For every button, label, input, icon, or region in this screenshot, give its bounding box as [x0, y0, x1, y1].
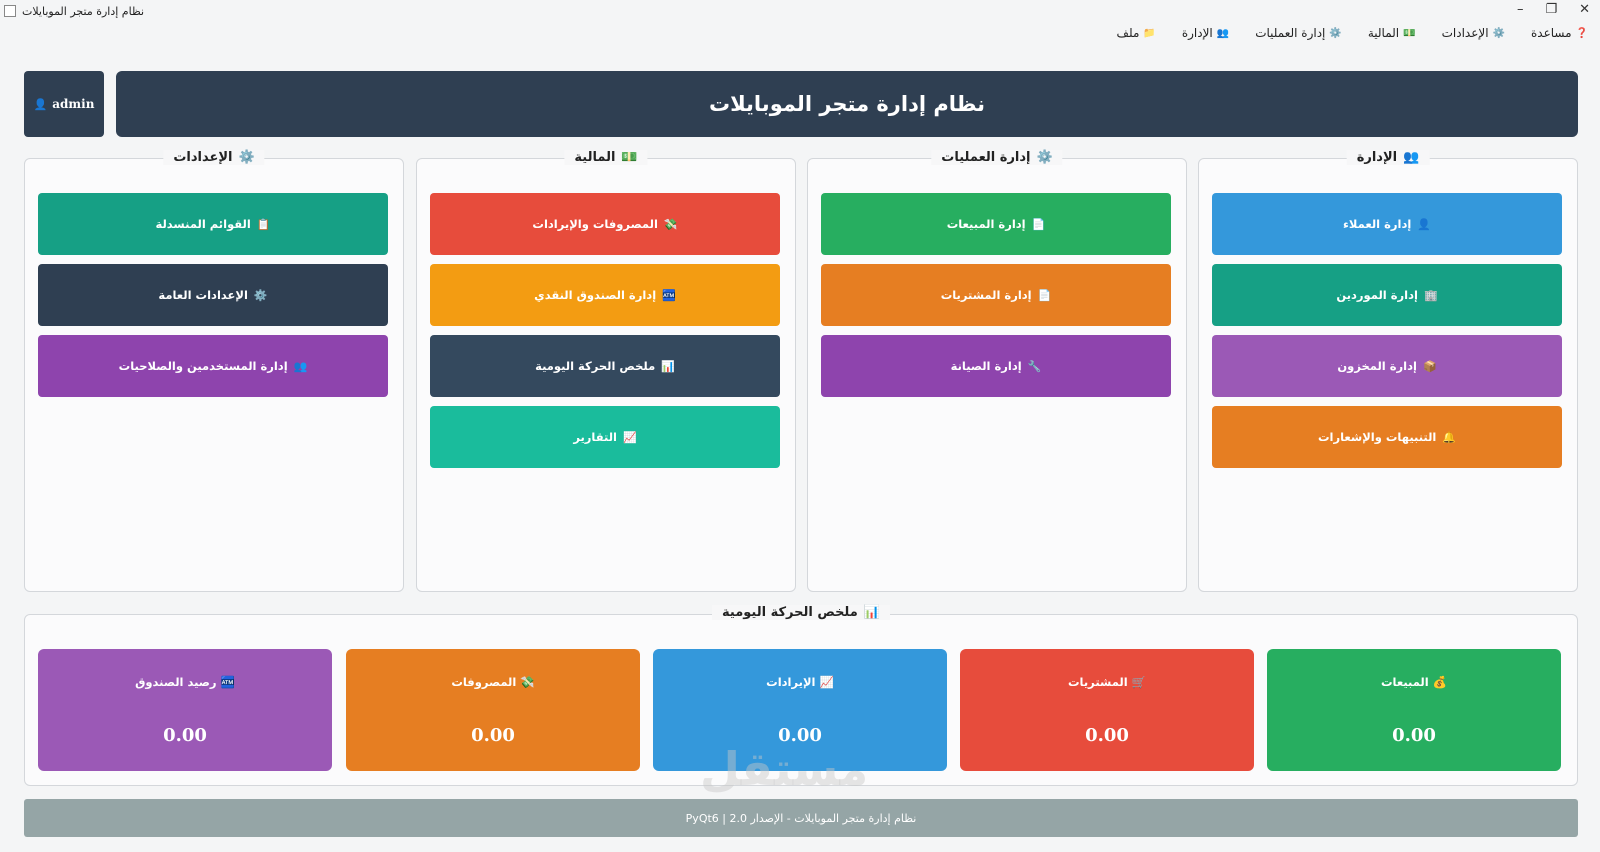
bar-chart-icon: 📊 — [661, 359, 675, 373]
question-icon: ❓ — [1575, 27, 1588, 39]
menu-file[interactable]: 📁 ملف — [1117, 24, 1156, 42]
maximize-button[interactable]: ❐ — [1545, 2, 1557, 17]
sales-button[interactable]: 📄 إدارة المبيعات — [821, 193, 1171, 255]
cash-balance-value: 0.00 — [163, 725, 207, 746]
money-icon: 💵 — [1403, 27, 1416, 39]
dropdown-lists-button[interactable]: 📋 القوائم المنسدلة — [38, 193, 388, 255]
cart-icon: 🛒 — [1131, 675, 1147, 689]
menu-finance[interactable]: 💵 المالية — [1368, 24, 1416, 42]
clipboard-icon: 📋 — [256, 217, 271, 231]
expenses-card: 💸 المصروفات 0.00 — [346, 649, 640, 771]
money-icon: 💵 — [621, 150, 638, 165]
money-bag-icon: 💰 — [1432, 675, 1448, 689]
inventory-button[interactable]: 📦 إدارة المخزون — [1212, 335, 1562, 397]
username: admin — [52, 97, 95, 111]
folder-icon: 📁 — [1143, 27, 1156, 39]
sales-value: 0.00 — [1392, 725, 1436, 746]
daily-summary-button[interactable]: 📊 ملخص الحركة اليومية — [430, 335, 780, 397]
window-title: نظام إدارة متجر الموبايلات — [22, 4, 145, 18]
group-admin: 👥 الإدارة 👤 إدارة العملاء 🏢 إدارة الموردين … — [1198, 150, 1578, 592]
reports-button[interactable]: 📈 التقارير — [430, 406, 780, 468]
wrench-icon: 🔧 — [1027, 359, 1042, 373]
expenses-value: 0.00 — [471, 725, 515, 746]
atm-icon: 🏧 — [220, 675, 235, 689]
group-operations: ⚙️ إدارة العمليات 📄 إدارة المبيعات 📄 إدارة … — [807, 150, 1187, 592]
group-operations-title: ⚙️ إدارة العمليات — [931, 150, 1063, 165]
minimize-button[interactable]: – — [1517, 2, 1524, 17]
user-badge[interactable]: 👤 admin — [24, 71, 104, 137]
notifications-button[interactable]: 🔔 التنبيهات والإشعارات — [1212, 406, 1562, 468]
menu-bar: 📁 ملف 👥 الإدارة ⚙️ إدارة العمليات 💵 المالية … — [1117, 24, 1588, 42]
bell-icon: 🔔 — [1442, 430, 1457, 444]
gear-icon: ⚙️ — [253, 288, 268, 302]
cash-balance-card: 🏧 رصيد الصندوق 0.00 — [38, 649, 332, 771]
menu-settings[interactable]: ⚙️ الإعدادات — [1442, 24, 1505, 42]
customers-button[interactable]: 👤 إدارة العملاء — [1212, 193, 1562, 255]
purchases-value: 0.00 — [1085, 725, 1129, 746]
users-icon: 👥 — [293, 359, 308, 373]
group-admin-title: 👥 الإدارة — [1346, 150, 1430, 165]
document-icon: 📄 — [1037, 288, 1052, 302]
atm-icon: 🏧 — [662, 288, 676, 302]
trend-icon: 📈 — [622, 430, 637, 444]
daily-summary-title: 📊 ملخص الحركة اليومية — [712, 605, 890, 620]
footer-text: نظام إدارة متجر الموبايلات - الإصدار 2.0… — [685, 811, 917, 825]
window-controls: – ❐ ✕ — [1517, 0, 1590, 18]
purchases-button[interactable]: 📄 إدارة المشتريات — [821, 264, 1171, 326]
money-wings-icon: 💸 — [520, 675, 535, 689]
page-title: نظام إدارة متجر الموبايلات — [708, 92, 985, 116]
app-header: نظام إدارة متجر الموبايلات — [116, 71, 1578, 137]
group-settings: ⚙️ الإعدادات 📋 القوائم المنسدلة ⚙️ الإعدادا… — [24, 150, 404, 592]
building-icon: 🏢 — [1423, 288, 1438, 302]
gear-icon: ⚙️ — [1329, 27, 1342, 39]
money-wings-icon: 💸 — [663, 217, 678, 231]
user-icon: 👤 — [33, 97, 48, 111]
close-button[interactable]: ✕ — [1579, 2, 1590, 17]
maintenance-button[interactable]: 🔧 إدارة الصيانة — [821, 335, 1171, 397]
bar-chart-icon: 📊 — [863, 605, 880, 620]
general-settings-button[interactable]: ⚙️ الإعدادات العامة — [38, 264, 388, 326]
gear-icon: ⚙️ — [1492, 27, 1505, 39]
users-permissions-button[interactable]: 👥 إدارة المستخدمين والصلاحيات — [38, 335, 388, 397]
group-finance: 💵 المالية 💸 المصروفات والإيرادات 🏧 إدارة ال… — [416, 150, 796, 592]
gear-icon: ⚙️ — [238, 150, 255, 165]
app-icon — [4, 5, 16, 17]
sales-card: 💰 المبيعات 0.00 — [1267, 649, 1561, 771]
cash-box-button[interactable]: 🏧 إدارة الصندوق النقدي — [430, 264, 780, 326]
daily-summary-panel: 📊 ملخص الحركة اليومية 💰 المبيعات 0.00 🛒 ا… — [24, 605, 1578, 786]
document-icon: 📄 — [1031, 217, 1046, 231]
purchases-card: 🛒 المشتريات 0.00 — [960, 649, 1254, 771]
menu-operations[interactable]: ⚙️ إدارة العمليات — [1255, 24, 1342, 42]
trend-icon: 📈 — [819, 675, 834, 689]
users-icon: 👥 — [1216, 27, 1230, 39]
menu-help[interactable]: ❓ مساعدة — [1531, 24, 1588, 42]
user-icon: 👤 — [1417, 217, 1431, 231]
group-finance-title: 💵 المالية — [564, 150, 648, 165]
expenses-revenues-button[interactable]: 💸 المصروفات والإيرادات — [430, 193, 780, 255]
revenues-value: 0.00 — [778, 725, 822, 746]
menu-admin[interactable]: 👥 الإدارة — [1182, 24, 1229, 42]
group-settings-title: ⚙️ الإعدادات — [163, 150, 265, 165]
suppliers-button[interactable]: 🏢 إدارة الموردين — [1212, 264, 1562, 326]
revenues-card: 📈 الإيرادات 0.00 — [653, 649, 947, 771]
window-titlebar: نظام إدارة متجر الموبايلات — [0, 0, 1600, 22]
box-icon: 📦 — [1422, 359, 1437, 373]
gear-icon: ⚙️ — [1036, 150, 1053, 165]
status-footer: نظام إدارة متجر الموبايلات - الإصدار 2.0… — [24, 799, 1578, 837]
users-icon: 👥 — [1403, 150, 1420, 165]
